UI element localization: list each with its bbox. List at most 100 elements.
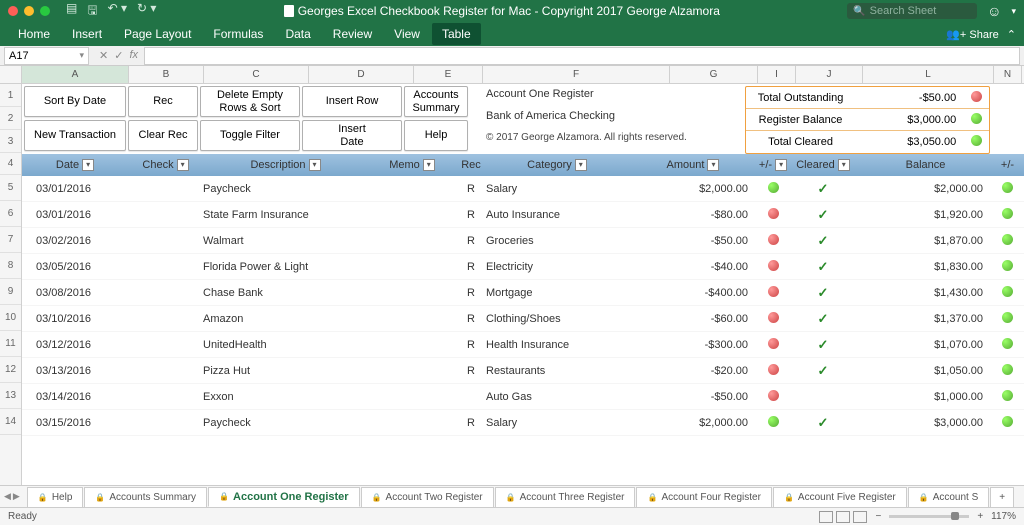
- namebox-dropdown-icon[interactable]: ▾: [79, 50, 84, 61]
- cell-date[interactable]: 03/01/2016: [22, 183, 128, 195]
- delete-empty-rows-sort-button[interactable]: Delete EmptyRows & Sort: [200, 86, 300, 117]
- cell-rec[interactable]: R: [456, 417, 486, 429]
- cell-amount[interactable]: -$20.00: [628, 365, 758, 377]
- filter-dropdown-icon[interactable]: ▾: [177, 159, 189, 171]
- row-header[interactable]: 9: [0, 279, 21, 305]
- cell-category[interactable]: Restaurants: [486, 365, 628, 377]
- cell-amount[interactable]: -$400.00: [628, 287, 758, 299]
- minimize-window[interactable]: [24, 6, 34, 16]
- filter-dropdown-icon[interactable]: ▾: [423, 159, 435, 171]
- cell-amount[interactable]: -$40.00: [628, 261, 758, 273]
- col-header-C[interactable]: C: [204, 66, 309, 83]
- insert-date-button[interactable]: InsertDate: [302, 120, 402, 151]
- zoom-in-icon[interactable]: +: [977, 511, 983, 522]
- col-check[interactable]: Check▾: [128, 154, 203, 176]
- cell-description[interactable]: State Farm Insurance: [203, 209, 368, 221]
- cell-amount[interactable]: $2,000.00: [628, 417, 758, 429]
- enter-icon[interactable]: ✓: [114, 49, 123, 62]
- cell-category[interactable]: Health Insurance: [486, 339, 628, 351]
- cell-category[interactable]: Salary: [486, 183, 628, 195]
- name-box[interactable]: A17 ▾: [4, 47, 89, 65]
- insert-row-button[interactable]: Insert Row: [302, 86, 402, 117]
- cell-cleared[interactable]: ✓: [788, 207, 858, 223]
- formula-input[interactable]: [144, 47, 1020, 65]
- cell-cleared[interactable]: ✓: [788, 337, 858, 353]
- sheet-tab-account-one-register[interactable]: 🔒Account One Register: [208, 487, 360, 507]
- table-row[interactable]: 03/15/2016PaycheckRSalary$2,000.00✓$3,00…: [22, 410, 1024, 436]
- cell-rec[interactable]: R: [456, 235, 486, 247]
- col-header-E[interactable]: E: [414, 66, 483, 83]
- col-balance[interactable]: Balance: [858, 154, 993, 176]
- cell-amount[interactable]: -$60.00: [628, 313, 758, 325]
- cell-category[interactable]: Auto Insurance: [486, 209, 628, 221]
- zoom-out-icon[interactable]: −: [875, 511, 881, 522]
- qa-save2-icon[interactable]: 🖫: [87, 1, 97, 22]
- row-header[interactable]: 4: [0, 153, 21, 175]
- sheet-tab-account-four-register[interactable]: 🔒Account Four Register: [636, 487, 771, 507]
- col-rec[interactable]: Rec: [456, 154, 486, 176]
- cell-date[interactable]: 03/13/2016: [22, 365, 128, 377]
- cell-category[interactable]: Electricity: [486, 261, 628, 273]
- cell-date[interactable]: 03/08/2016: [22, 287, 128, 299]
- user-icon[interactable]: ☺: [987, 3, 1001, 19]
- cell-date[interactable]: 03/02/2016: [22, 235, 128, 247]
- col-header-B[interactable]: B: [129, 66, 204, 83]
- table-row[interactable]: 03/12/2016UnitedHealthRHealth Insurance-…: [22, 332, 1024, 358]
- menu-formulas[interactable]: Formulas: [203, 23, 273, 45]
- table-row[interactable]: 03/08/2016Chase BankRMortgage-$400.00✓$1…: [22, 280, 1024, 306]
- cell-description[interactable]: Pizza Hut: [203, 365, 368, 377]
- sheet-tab-account-s[interactable]: 🔒Account S: [908, 487, 990, 507]
- fx-icon[interactable]: fx: [129, 49, 138, 62]
- row-header[interactable]: 10: [0, 305, 21, 331]
- cell-date[interactable]: 03/12/2016: [22, 339, 128, 351]
- cell-date[interactable]: 03/01/2016: [22, 209, 128, 221]
- table-row[interactable]: 03/10/2016AmazonRClothing/Shoes-$60.00✓$…: [22, 306, 1024, 332]
- cell-cleared[interactable]: ✓: [788, 259, 858, 275]
- cell-date[interactable]: 03/14/2016: [22, 391, 128, 403]
- row-header[interactable]: 5: [0, 175, 21, 201]
- zoom-window[interactable]: [40, 6, 50, 16]
- cell-category[interactable]: Mortgage: [486, 287, 628, 299]
- filter-dropdown-icon[interactable]: ▾: [838, 159, 850, 171]
- menu-insert[interactable]: Insert: [62, 23, 112, 45]
- col-header-A[interactable]: A: [22, 66, 129, 83]
- cell-date[interactable]: 03/05/2016: [22, 261, 128, 273]
- cell-rec[interactable]: R: [456, 183, 486, 195]
- cell-description[interactable]: Paycheck: [203, 183, 368, 195]
- cell-amount[interactable]: -$50.00: [628, 391, 758, 403]
- cell-category[interactable]: Clothing/Shoes: [486, 313, 628, 325]
- cell-category[interactable]: Groceries: [486, 235, 628, 247]
- cell-rec[interactable]: R: [456, 365, 486, 377]
- row-header[interactable]: 14: [0, 409, 21, 435]
- cell-category[interactable]: Salary: [486, 417, 628, 429]
- cell-rec[interactable]: R: [456, 209, 486, 221]
- user-dropdown-icon[interactable]: ▾: [1011, 6, 1016, 17]
- table-row[interactable]: 03/05/2016Florida Power & LightRElectric…: [22, 254, 1024, 280]
- add-sheet-button[interactable]: +: [990, 487, 1014, 507]
- close-window[interactable]: [8, 6, 18, 16]
- col-[interactable]: +/-▾: [758, 154, 788, 176]
- cell-rec[interactable]: R: [456, 287, 486, 299]
- table-row[interactable]: 03/13/2016Pizza HutRRestaurants-$20.00✓$…: [22, 358, 1024, 384]
- cell-cleared[interactable]: ✓: [788, 363, 858, 379]
- row-header[interactable]: 3: [0, 130, 21, 153]
- col-date[interactable]: Date▾: [22, 154, 128, 176]
- cell-description[interactable]: UnitedHealth: [203, 339, 368, 351]
- cell-rec[interactable]: R: [456, 261, 486, 273]
- row-header[interactable]: 8: [0, 253, 21, 279]
- col-cleared[interactable]: Cleared▾: [788, 154, 858, 176]
- cell-category[interactable]: Auto Gas: [486, 391, 628, 403]
- col-header-I[interactable]: I: [758, 66, 796, 83]
- rec-button[interactable]: Rec: [128, 86, 198, 117]
- sheet-tab-help[interactable]: 🔒Help: [27, 487, 84, 507]
- row-header[interactable]: 6: [0, 201, 21, 227]
- col-header-J[interactable]: J: [796, 66, 863, 83]
- cell-cleared[interactable]: ✓: [788, 181, 858, 197]
- new-transaction-button[interactable]: New Transaction: [24, 120, 126, 151]
- col-header-L[interactable]: L: [863, 66, 994, 83]
- menu-data[interactable]: Data: [275, 23, 320, 45]
- row-header[interactable]: 1: [0, 84, 21, 107]
- cell-amount[interactable]: -$50.00: [628, 235, 758, 247]
- cell-description[interactable]: Exxon: [203, 391, 368, 403]
- select-all-corner[interactable]: [0, 66, 21, 84]
